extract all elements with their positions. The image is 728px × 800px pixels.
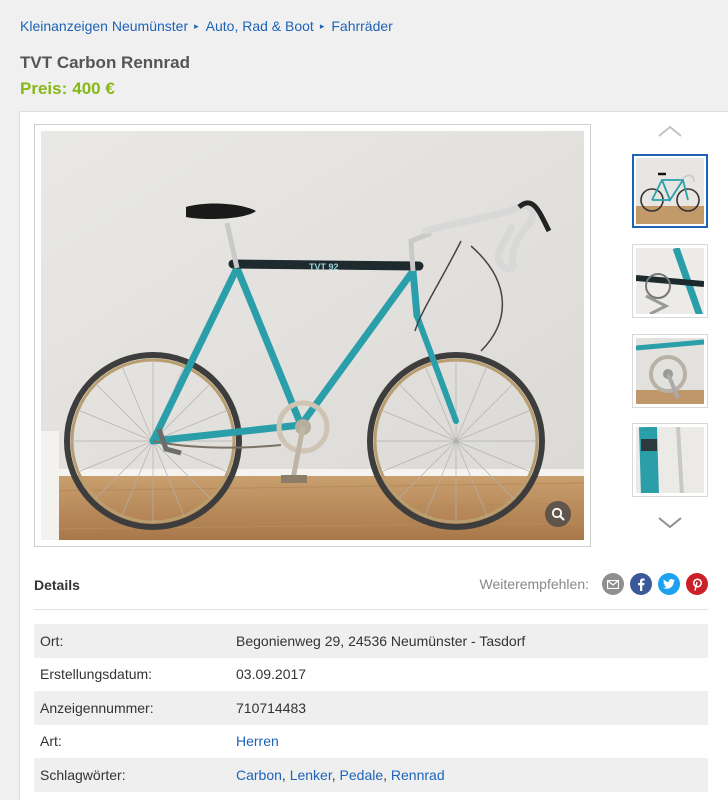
listing-price: Preis: 400 € (20, 79, 115, 99)
breadcrumb-item-neumuenster[interactable]: Kleinanzeigen Neumünster (20, 18, 188, 34)
tag-link-lenker[interactable]: Lenker (290, 767, 332, 783)
details-divider (34, 609, 708, 610)
frame-detail-thumbnail-graphic (636, 427, 704, 493)
detail-value: 710714483 (236, 699, 307, 716)
zoom-button[interactable] (545, 501, 571, 527)
details-table: Ort: Begonienweg 29, 24536 Neumünster - … (34, 624, 708, 792)
thumbnail-4-image (636, 427, 704, 493)
tag-link-rennrad[interactable]: Rennrad (391, 767, 445, 783)
tag-list: Carbon, Lenker, Pedale, Rennrad (236, 766, 445, 783)
breadcrumb-separator-icon: ▸ (319, 20, 325, 31)
breadcrumb-separator-icon: ▸ (194, 20, 199, 31)
thumbnail-2[interactable] (632, 244, 708, 318)
bike-thumbnail-graphic (636, 158, 704, 224)
derailleur-thumbnail-graphic (636, 248, 704, 314)
crankset-thumbnail-graphic (636, 338, 704, 404)
price-label: Preis: (20, 79, 68, 98)
thumbnail-1[interactable] (632, 154, 708, 228)
share-label: Weiterempfehlen: (479, 576, 589, 592)
detail-key: Erstellungsdatum: (40, 666, 153, 683)
details-heading: Details (34, 577, 80, 593)
chevron-down-icon (658, 517, 682, 529)
frame-brand-text: TVT 92 (309, 262, 339, 272)
main-image-frame: TVT 92 (34, 124, 591, 547)
twitter-icon[interactable] (658, 573, 680, 595)
envelope-icon[interactable] (602, 573, 624, 595)
detail-value: 03.09.2017 (236, 666, 307, 683)
magnifier-icon (551, 507, 565, 521)
detail-key: Ort: (40, 632, 64, 649)
thumbnail-scroll-up-button[interactable] (656, 122, 684, 140)
tag-link-carbon[interactable]: Carbon (236, 767, 282, 783)
thumbnail-3-image (636, 338, 704, 404)
bike-photo-graphic: TVT 92 (41, 131, 584, 540)
chevron-up-icon (658, 125, 682, 137)
detail-row-schlagwoerter: Schlagwörter: Carbon, Lenker, Pedale, Re… (34, 758, 708, 792)
detail-value-link: Herren (236, 733, 708, 749)
thumbnail-4[interactable] (632, 423, 708, 497)
art-herren-link[interactable]: Herren (236, 733, 279, 749)
listing-title: TVT Carbon Rennrad (20, 53, 191, 72)
thumbnail-3[interactable] (632, 334, 708, 408)
detail-value: Begonienweg 29, 24536 Neumünster - Tasdo… (236, 632, 526, 649)
share-bar: Weiterempfehlen: (480, 573, 708, 595)
main-bike-photo[interactable]: TVT 92 (41, 131, 584, 540)
thumbnail-1-image (636, 158, 704, 224)
breadcrumb-item-auto-rad-boot[interactable]: Auto, Rad & Boot (206, 18, 314, 34)
listing-card: TVT 92 Details Weiterempfehlen: Ort: Beg… (19, 111, 728, 800)
price-value: 400 € (72, 79, 115, 98)
breadcrumb: Kleinanzeigen Neumünster ▸ Auto, Rad & B… (20, 18, 393, 34)
breadcrumb-item-fahrraeder[interactable]: Fahrräder (331, 18, 392, 34)
pinterest-icon[interactable] (686, 573, 708, 595)
thumbnail-2-image (636, 248, 704, 314)
detail-row-anzeigennummer: Anzeigennummer: 710714483 (34, 691, 708, 725)
detail-key: Anzeigennummer: (40, 699, 154, 716)
detail-key: Schlagwörter: (40, 766, 126, 783)
tag-link-pedale[interactable]: Pedale (340, 767, 384, 783)
facebook-icon[interactable] (630, 573, 652, 595)
thumbnail-scroll-down-button[interactable] (656, 514, 684, 532)
detail-row-art: Art: Herren (34, 725, 708, 759)
detail-key: Art: (40, 733, 62, 750)
detail-row-ort: Ort: Begonienweg 29, 24536 Neumünster - … (34, 624, 708, 658)
detail-row-erstellungsdatum: Erstellungsdatum: 03.09.2017 (34, 658, 708, 692)
